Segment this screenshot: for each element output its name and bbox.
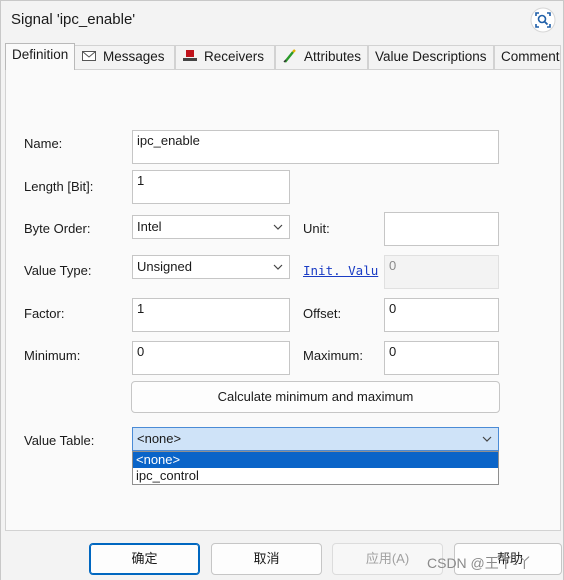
chevron-down-icon [273,224,283,230]
tab-label: Messages [103,49,165,64]
offset-label: Offset: [303,306,342,321]
length-input[interactable]: 1 [132,170,290,204]
tab-label: Value Descriptions [375,49,487,64]
screen-capture-icon[interactable] [530,7,556,33]
byte-order-label: Byte Order: [24,221,91,236]
receiver-icon [183,50,197,61]
value-table-select[interactable]: <none> [132,427,499,451]
window-title: Signal 'ipc_enable' [11,11,136,28]
unit-label: Unit: [303,221,330,236]
attributes-icon [283,49,296,63]
tab-attributes[interactable]: Attributes [275,45,368,69]
calculate-min-max-button[interactable]: Calculate minimum and maximum [131,381,500,413]
byte-order-select[interactable]: Intel [132,215,290,239]
dropdown-option-ipc-control[interactable]: ipc_control [133,468,498,484]
name-input[interactable]: ipc_enable [132,130,499,164]
tab-value-descriptions[interactable]: Value Descriptions [368,45,494,69]
tab-label: Definition [12,47,69,62]
tab-bar: Definition Messages Receivers Attributes… [5,43,561,70]
byte-order-value: Intel [137,219,162,234]
offset-input[interactable]: 0 [384,298,499,332]
dropdown-option-none[interactable]: <none> [133,452,498,468]
value-table-dropdown: <none> ipc_control [132,451,499,485]
value-type-value: Unsigned [137,259,192,274]
cancel-button[interactable]: 取消 [211,543,322,575]
value-table-value: <none> [137,431,182,446]
value-type-label: Value Type: [24,263,92,278]
factor-input[interactable]: 1 [132,298,290,332]
tab-receivers[interactable]: Receivers [175,45,275,69]
ok-button[interactable]: 确定 [89,543,200,575]
tab-definition[interactable]: Definition [5,43,76,70]
signal-dialog: Signal 'ipc_enable' Definition Messages … [0,0,564,580]
factor-label: Factor: [24,306,65,321]
tab-label: Receivers [204,49,265,64]
init-value-link[interactable]: Init. Valu [303,263,384,278]
watermark: CSDN @王丫-丫 [427,555,532,571]
tab-messages[interactable]: Messages [74,45,175,69]
maximum-input[interactable]: 0 [384,341,499,375]
value-type-select[interactable]: Unsigned [132,255,290,279]
maximum-label: Maximum: [303,348,363,363]
unit-input[interactable] [384,212,499,246]
chevron-down-icon [482,436,492,442]
envelope-icon [82,51,96,61]
tab-label: Attributes [304,49,362,64]
init-value-input: 0 [384,255,499,289]
name-label: Name: [24,136,63,151]
chevron-down-icon [273,264,283,270]
minimum-input[interactable]: 0 [132,341,290,375]
length-label: Length [Bit]: [24,179,94,194]
minimum-label: Minimum: [24,348,81,363]
tab-label: Comment [501,49,560,64]
value-table-label: Value Table: [24,433,95,448]
title-bar: Signal 'ipc_enable' [1,1,563,39]
tab-comment[interactable]: Comment [494,45,561,69]
